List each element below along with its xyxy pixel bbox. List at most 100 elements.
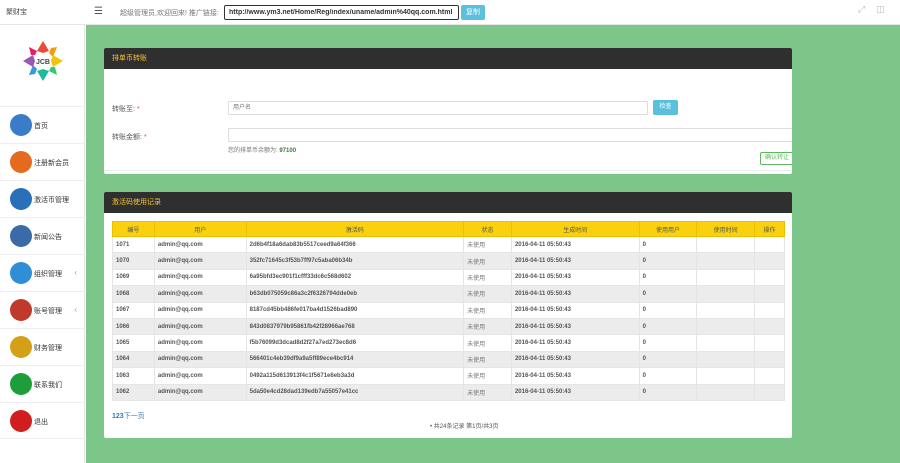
page-links[interactable]: 123 — [112, 413, 124, 420]
table-cell: 1065 — [112, 334, 155, 352]
table-cell: admin@qq.com — [153, 334, 247, 352]
table-row: 1064 admin@qq.com 566401c4eb39df9a9a5ff89e… — [112, 350, 785, 369]
amount-input[interactable] — [228, 128, 792, 142]
table-cell: admin@qq.com — [153, 383, 247, 401]
menu-toggle-icon[interactable]: ☰ — [94, 7, 104, 17]
table-cell: 0 — [638, 383, 698, 401]
table-cell: 6a95bfd3ec901f1cfff33dc6c568d602 — [245, 268, 465, 287]
table-header-cell: 编号 — [112, 221, 155, 237]
table-cell: 2016-04-11 05:50:43 — [510, 285, 640, 303]
transfer-amount-label: 转账金额: * — [112, 134, 147, 141]
sidebar-item-label: 退出 — [34, 419, 48, 426]
table-cell: 1071 — [112, 235, 155, 254]
balance-note: 您的排单币余额为: 97100 — [228, 148, 297, 154]
lock-icon — [10, 151, 32, 173]
balance-value: 97100 — [279, 148, 297, 154]
table-cell — [754, 235, 785, 254]
table-cell: 2016-04-11 05:50:43 — [510, 252, 640, 270]
table-cell: f5b76099d3dcad8d2f27a7ed273ec8d6 — [245, 334, 465, 352]
table-cell: 566401c4eb39df9a9a5ff89ece4bc914 — [245, 350, 465, 369]
sidebar-item-label: 账号管理 — [34, 308, 62, 315]
table-row: 1066 admin@qq.com 843d0837979b95861fb42f28… — [112, 317, 785, 336]
table-cell: 1062 — [112, 383, 155, 401]
welcome-text: 超级管理员,欢迎回来! 推广链接: — [120, 10, 219, 17]
sidebar-item[interactable]: 账号管理 ‹ — [0, 291, 85, 328]
table-cell: admin@qq.com — [153, 367, 247, 385]
sidebar: JCB 首页 注册新会员激活币管理新闻公告组织管理 ‹ 账号管理 ‹ 财务管理联系我们退出 — [0, 25, 85, 463]
table-header-cell: 使用用户 — [638, 221, 698, 237]
sidebar-item[interactable]: 首页 — [0, 106, 85, 143]
table-cell: 2016-04-11 05:50:43 — [510, 317, 640, 336]
sidebar-item-label: 新闻公告 — [34, 234, 62, 241]
chevron-left-icon: ‹ — [74, 268, 77, 277]
sidebar-item[interactable]: 激活币管理 — [0, 180, 85, 217]
table-cell — [696, 367, 756, 385]
panel-divider — [104, 170, 792, 171]
svg-text:JCB: JCB — [36, 59, 50, 66]
copy-button[interactable]: 复制 — [461, 5, 485, 20]
table-cell — [754, 350, 785, 369]
table-cell: admin@qq.com — [153, 268, 247, 287]
table-cell — [696, 285, 756, 303]
pagination-info: • 共24条记录 第1页/共3页 — [430, 424, 499, 430]
table-row: 1067 admin@qq.com 8187cd45bb486fe017ba4d15… — [112, 301, 785, 319]
confirm-transfer-button[interactable]: 确认转让 — [760, 152, 792, 165]
sidebar-nav: 首页 注册新会员激活币管理新闻公告组织管理 ‹ 账号管理 ‹ 财务管理联系我们退出 — [0, 106, 85, 439]
table-cell: 1067 — [112, 301, 155, 319]
table-cell — [754, 268, 785, 287]
fullscreen-icon[interactable]: ⤢ — [858, 5, 867, 14]
table-row: 1062 admin@qq.com 5da50e4cd28dad139edb7a55… — [112, 383, 785, 401]
table-cell: 未使用 — [463, 235, 512, 254]
sidebar-item[interactable]: 财务管理 — [0, 328, 85, 365]
table-cell — [754, 301, 785, 319]
table-cell: admin@qq.com — [153, 252, 247, 270]
sidebar-item[interactable]: 新闻公告 — [0, 217, 85, 254]
sidebar-item[interactable]: 注册新会员 — [0, 143, 85, 180]
sidebar-item-label: 激活币管理 — [34, 197, 69, 204]
records-panel: 激活码使用记录 编号 用户 激活码 状态 生成时间 使用用户 使用时间 操作 1071 admi… — [104, 192, 792, 438]
table-cell — [696, 252, 756, 270]
table-cell: 未使用 — [463, 350, 512, 369]
phone-icon — [10, 373, 32, 395]
table-cell: 未使用 — [463, 367, 512, 385]
table-cell: b63db075059c86a3c2f6326794dde0eb — [245, 285, 465, 303]
sidebar-item[interactable]: 联系我们 — [0, 365, 85, 402]
table-row: 1065 admin@qq.com f5b76099d3dcad8d2f27a7ed… — [112, 334, 785, 352]
table-cell — [754, 383, 785, 401]
table-cell: 0 — [638, 268, 698, 287]
home-icon — [10, 114, 32, 136]
exit-icon[interactable]: ◫ — [876, 5, 885, 14]
check-button[interactable]: 检查 — [653, 100, 678, 115]
next-page-link[interactable]: 下一页 — [124, 413, 145, 420]
table-cell: 2016-04-11 05:50:43 — [510, 367, 640, 385]
top-bar: 聚财宝 ☰ 超级管理员,欢迎回来! 推广链接: 复制 ⤢ ◫ — [0, 0, 900, 25]
table-cell: 5da50e4cd28dad139edb7a55057e41cc — [245, 383, 465, 401]
table-cell: 0 — [638, 317, 698, 336]
table-cell — [696, 301, 756, 319]
table-cell — [696, 334, 756, 352]
table-cell: 1063 — [112, 367, 155, 385]
table-cell: admin@qq.com — [153, 301, 247, 319]
table-cell: 1068 — [112, 285, 155, 303]
table-cell: 0492a115d613913f4c1f5671e6eb3a3d — [245, 367, 465, 385]
sidebar-item[interactable]: 退出 — [0, 402, 85, 439]
chevron-left-icon: ‹ — [74, 305, 77, 314]
transfer-panel-title: 排单币转账 — [104, 48, 792, 69]
table-cell: 未使用 — [463, 334, 512, 352]
table-cell — [696, 235, 756, 254]
table-cell — [696, 383, 756, 401]
table-cell: 0 — [638, 367, 698, 385]
promo-link-input[interactable] — [224, 5, 459, 20]
table-cell: 1070 — [112, 252, 155, 270]
table-cell: 2016-04-11 05:50:43 — [510, 383, 640, 401]
table-cell — [754, 252, 785, 270]
sidebar-item-label: 组织管理 — [34, 271, 62, 278]
sidebar-item[interactable]: 组织管理 ‹ — [0, 254, 85, 291]
table-row: 1063 admin@qq.com 0492a115d613913f4c1f5671… — [112, 367, 785, 385]
records-table: 编号 用户 激活码 状态 生成时间 使用用户 使用时间 操作 1071 admin@qq.com… — [112, 221, 785, 401]
table-cell: 2016-04-11 05:50:43 — [510, 235, 640, 254]
transfer-panel: 排单币转账 转账至: * 检查 转账金额: * 您的排单币余额为: 97100 … — [104, 48, 792, 174]
table-row: 1068 admin@qq.com b63db075059c86a3c2f63267… — [112, 285, 785, 303]
sidebar-item-label: 联系我们 — [34, 382, 62, 389]
recipient-input[interactable] — [228, 101, 648, 115]
